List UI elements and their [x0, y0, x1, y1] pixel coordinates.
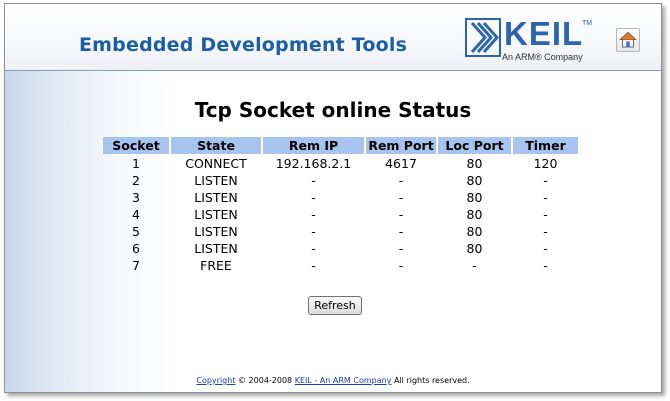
table-row: 7 FREE - - - - [103, 258, 578, 273]
table-cell: 4 [132, 207, 140, 222]
logo-wordmark: KEIL [504, 15, 584, 52]
column-header: Rem Port [366, 137, 436, 154]
column-header: Timer [513, 137, 578, 154]
column-header: State [171, 137, 261, 154]
table-row: 3 LISTEN - - 80 - [103, 190, 578, 205]
table-cell: - [398, 190, 404, 205]
table-cell: 5 [132, 224, 140, 239]
table-cell: 2 [132, 173, 140, 188]
table-row: 4 LISTEN - - 80 - [103, 207, 578, 222]
table-cell: - [398, 173, 404, 188]
table-cell: 80 [466, 241, 483, 256]
browser-page: Embedded Development Tools KEIL TM An AR… [4, 3, 662, 393]
table-cell: - [398, 224, 404, 239]
table-cell: - [543, 207, 548, 222]
copyright-link[interactable]: Copyright [196, 376, 235, 385]
header-bar: Embedded Development Tools KEIL TM An AR… [5, 4, 661, 71]
refresh-button[interactable]: Refresh [308, 296, 362, 315]
table-row: 2 LISTEN - - 80 - [103, 173, 578, 188]
page-title: Tcp Socket online Status [194, 98, 472, 122]
table-cell: 80 [466, 207, 483, 222]
table-cell: - [311, 224, 316, 239]
table-cell: - [472, 258, 477, 273]
app-title: Embedded Development Tools [79, 34, 408, 56]
table-cell: LISTEN [194, 241, 238, 256]
table-cell: 80 [466, 190, 483, 205]
table-cell: FREE [200, 258, 232, 273]
table-cell: 4617 [385, 156, 417, 171]
table-cell: LISTEN [194, 190, 238, 205]
table-row: 5 LISTEN - - 80 - [103, 224, 578, 239]
table-cell: LISTEN [194, 224, 238, 239]
table-cell: - [543, 241, 548, 256]
table-cell: - [398, 241, 404, 256]
table-cell: - [311, 190, 316, 205]
home-icon [619, 31, 637, 48]
logo-trademark: TM [582, 20, 593, 27]
table-cell: 120 [533, 156, 558, 171]
table-cell: 192.168.2.1 [275, 156, 352, 171]
table-cell: - [311, 207, 316, 222]
socket-status-table: Socket State Rem IP Rem Port Loc Port Ti… [101, 135, 580, 275]
table-cell: 7 [132, 258, 140, 273]
table-cell: 80 [466, 173, 483, 188]
main-content: Tcp Socket online Status Socket State Re… [5, 71, 661, 392]
home-button[interactable] [616, 28, 640, 52]
table-cell: LISTEN [194, 173, 238, 188]
logo-subtitle: An ARM® Company [502, 52, 583, 62]
table-cell: 80 [466, 224, 483, 239]
table-cell: - [311, 258, 316, 273]
table-cell: - [543, 190, 548, 205]
table-cell: - [398, 258, 404, 273]
keil-chevron-icon [465, 18, 501, 57]
table-cell: - [311, 241, 316, 256]
table-cell: 6 [132, 241, 140, 256]
table-row: 1 CONNECT 192.168.2.1 4617 80 120 [103, 156, 578, 171]
table-header-row: Socket State Rem IP Rem Port Loc Port Ti… [103, 137, 578, 154]
rights-text: All rights reserved. [393, 376, 470, 385]
footer: Copyright © 2004-2008 KEIL - An ARM Comp… [5, 376, 661, 385]
table-cell: LISTEN [194, 207, 238, 222]
column-header: Socket [103, 137, 169, 154]
table-cell: 3 [132, 190, 140, 205]
table-cell: - [398, 207, 404, 222]
table-cell: CONNECT [185, 156, 247, 171]
column-header: Rem IP [263, 137, 364, 154]
company-link[interactable]: KEIL - An ARM Company [295, 376, 392, 385]
table-cell: - [543, 258, 548, 273]
table-cell: - [311, 173, 316, 188]
table-cell: - [543, 173, 548, 188]
table-cell: - [543, 224, 548, 239]
column-header: Loc Port [438, 137, 511, 154]
table-cell: 80 [466, 156, 483, 171]
table-row: 6 LISTEN - - 80 - [103, 241, 578, 256]
copyright-years: © 2004-2008 [238, 376, 293, 385]
keil-logo[interactable]: KEIL TM An ARM® Company [465, 15, 593, 64]
table-cell: 1 [132, 156, 140, 171]
